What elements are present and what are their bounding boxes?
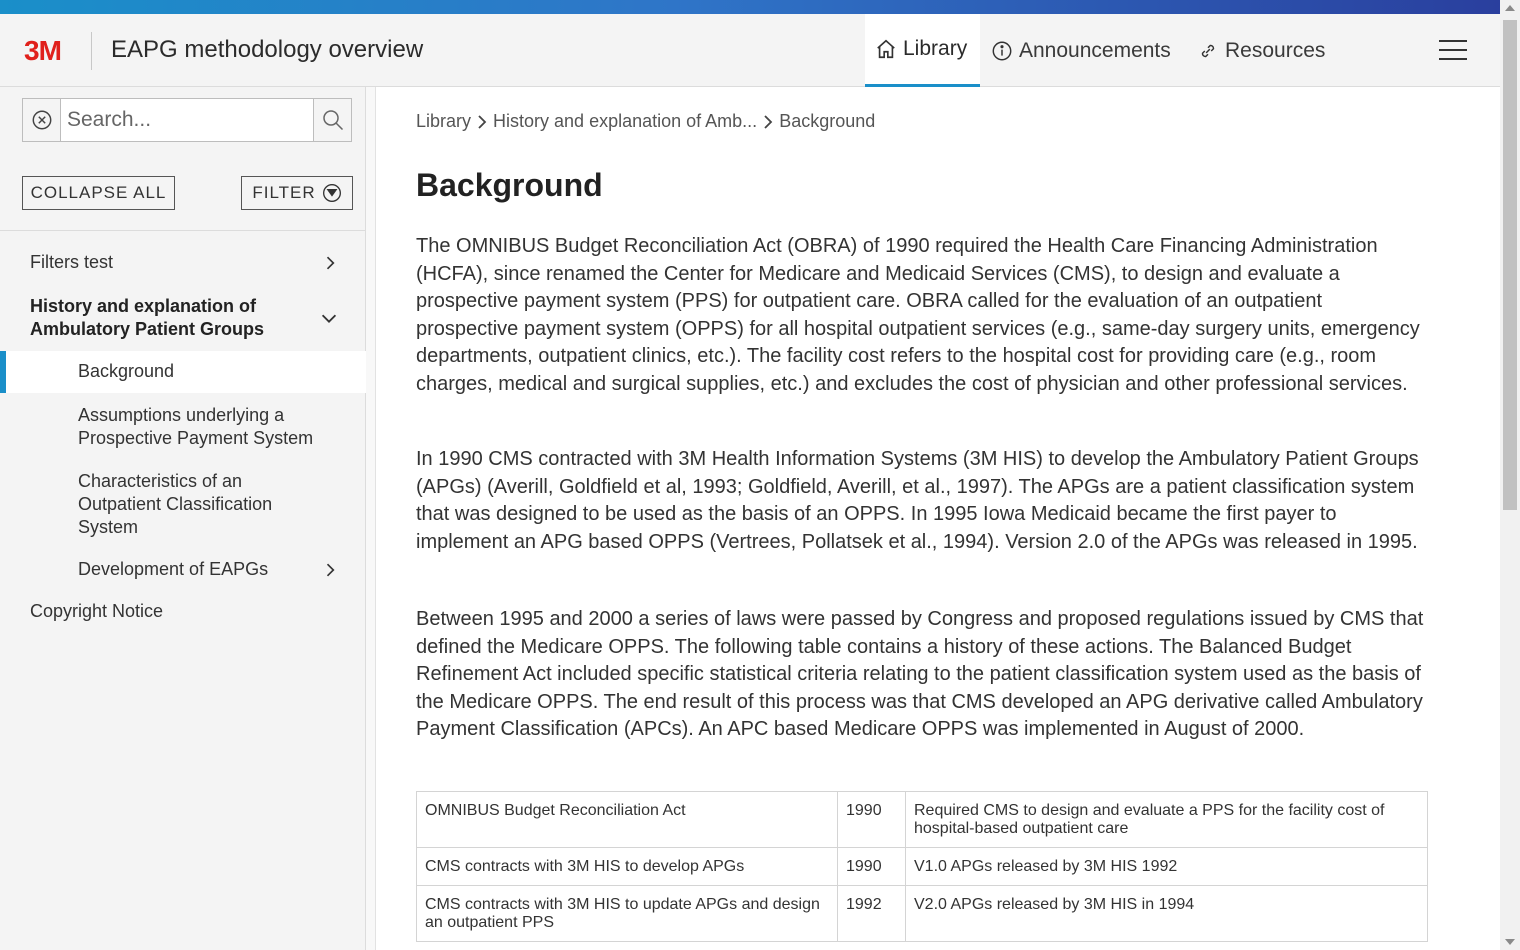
table-cell-event: CMS contracts with 3M HIS to develop APG…: [416, 847, 838, 886]
collapse-all-button[interactable]: COLLAPSE ALL: [22, 176, 175, 210]
scrollbar-thumb[interactable]: [1503, 20, 1517, 510]
clear-search-button[interactable]: [23, 99, 61, 141]
sidebar-item-label: Assumptions underlying a Prospective Pay…: [78, 405, 314, 448]
hamburger-menu-icon[interactable]: [1439, 40, 1467, 60]
page-scrollbar[interactable]: [1500, 0, 1520, 950]
sidebar-item-assumptions[interactable]: Assumptions underlying a Prospective Pay…: [0, 404, 366, 450]
page-title: Background: [416, 167, 603, 203]
sidebar-divider: [0, 230, 366, 231]
search-icon: [322, 110, 343, 131]
sidebar-item-filters-test[interactable]: Filters test: [0, 251, 366, 274]
filter-button-label: FILTER: [252, 183, 316, 202]
breadcrumb: Library History and explanation of Amb..…: [416, 111, 875, 132]
sidebar-item-label: Background: [78, 361, 175, 381]
sidebar-item-label: Characteristics of an Outpatient Classif…: [78, 471, 273, 537]
paragraph: Between 1995 and 2000 a series of laws w…: [416, 608, 1424, 740]
scroll-up-arrow-icon[interactable]: [1505, 5, 1515, 11]
tab-library-label: Library: [903, 37, 968, 60]
sidebar-item-background[interactable]: Background: [0, 351, 366, 393]
clear-icon: [32, 110, 51, 130]
table-cell-event: CMS contracts with 3M HIS to update APGs…: [416, 885, 838, 942]
app-header: 3M EAPG methodology overview Library Ann…: [0, 14, 1500, 87]
table-cell-event: OMNIBUS Budget Reconciliation Act: [416, 791, 838, 848]
table-cell-year: 1992: [837, 885, 906, 942]
sidebar-item-label: History and explanation of Ambulatory Pa…: [30, 296, 265, 339]
sidebar: COLLAPSE ALL FILTER Filters test History…: [0, 87, 366, 950]
tab-announcements[interactable]: Announcements: [991, 14, 1171, 87]
table-cell-result: V2.0 APGs released by 3M HIS in 1994: [905, 885, 1428, 942]
table-row: OMNIBUS Budget Reconciliation Act 1990 R…: [416, 791, 1428, 848]
breadcrumb-history[interactable]: History and explanation of Amb...: [493, 111, 757, 132]
scroll-down-arrow-icon[interactable]: [1505, 939, 1515, 945]
breadcrumb-current: Background: [779, 111, 876, 131]
tab-library[interactable]: Library: [865, 14, 980, 87]
chevron-right-icon: [764, 114, 773, 129]
table-cell-result: V1.0 APGs released by 3M HIS 1992: [905, 847, 1428, 886]
search-input[interactable]: [61, 99, 314, 141]
home-icon: [877, 39, 895, 59]
sidebar-item-development[interactable]: Development of EAPGs: [0, 558, 366, 581]
sidebar-item-label: Development of EAPGs: [78, 559, 269, 579]
info-icon: [992, 41, 1012, 60]
search-box: [22, 98, 352, 142]
chevron-right-icon[interactable]: [320, 253, 340, 273]
table-cell-year: 1990: [837, 791, 906, 848]
tab-resources[interactable]: Resources: [1197, 14, 1325, 87]
sidebar-item-label: Copyright Notice: [30, 601, 164, 621]
chevron-right-icon: [478, 114, 487, 129]
link-icon: [1201, 44, 1215, 57]
chevron-down-icon[interactable]: [318, 307, 340, 329]
table-row: CMS contracts with 3M HIS to develop APG…: [416, 847, 1428, 886]
sidebar-item-history[interactable]: History and explanation of Ambulatory Pa…: [0, 295, 366, 341]
filter-icon: [322, 184, 341, 202]
chevron-right-icon[interactable]: [320, 560, 340, 580]
sidebar-item-characteristics[interactable]: Characteristics of an Outpatient Classif…: [0, 470, 366, 539]
breadcrumb-library[interactable]: Library: [416, 111, 471, 132]
search-button[interactable]: [313, 99, 351, 141]
sidebar-resize-handle[interactable]: [366, 87, 376, 950]
tab-resources-label: Resources: [1225, 38, 1326, 62]
logo-divider: [91, 32, 92, 70]
table-row: CMS contracts with 3M HIS to update APGs…: [416, 885, 1428, 942]
tab-announcements-label: Announcements: [1019, 38, 1171, 62]
paragraph: The OMNIBUS Budget Reconciliation Act (O…: [416, 235, 1420, 395]
history-table: OMNIBUS Budget Reconciliation Act 1990 R…: [416, 791, 1428, 942]
3m-logo[interactable]: 3M: [24, 37, 62, 65]
top-accent-bar: [0, 0, 1500, 14]
sidebar-item-copyright[interactable]: Copyright Notice: [0, 600, 366, 623]
table-cell-result: Required CMS to design and evaluate a PP…: [905, 791, 1428, 848]
table-cell-year: 1990: [837, 847, 906, 886]
filter-button[interactable]: FILTER: [241, 176, 353, 210]
paragraph: In 1990 CMS contracted with 3M Health In…: [416, 448, 1419, 553]
sidebar-item-label: Filters test: [30, 252, 114, 272]
app-title: EAPG methodology overview: [111, 36, 424, 63]
